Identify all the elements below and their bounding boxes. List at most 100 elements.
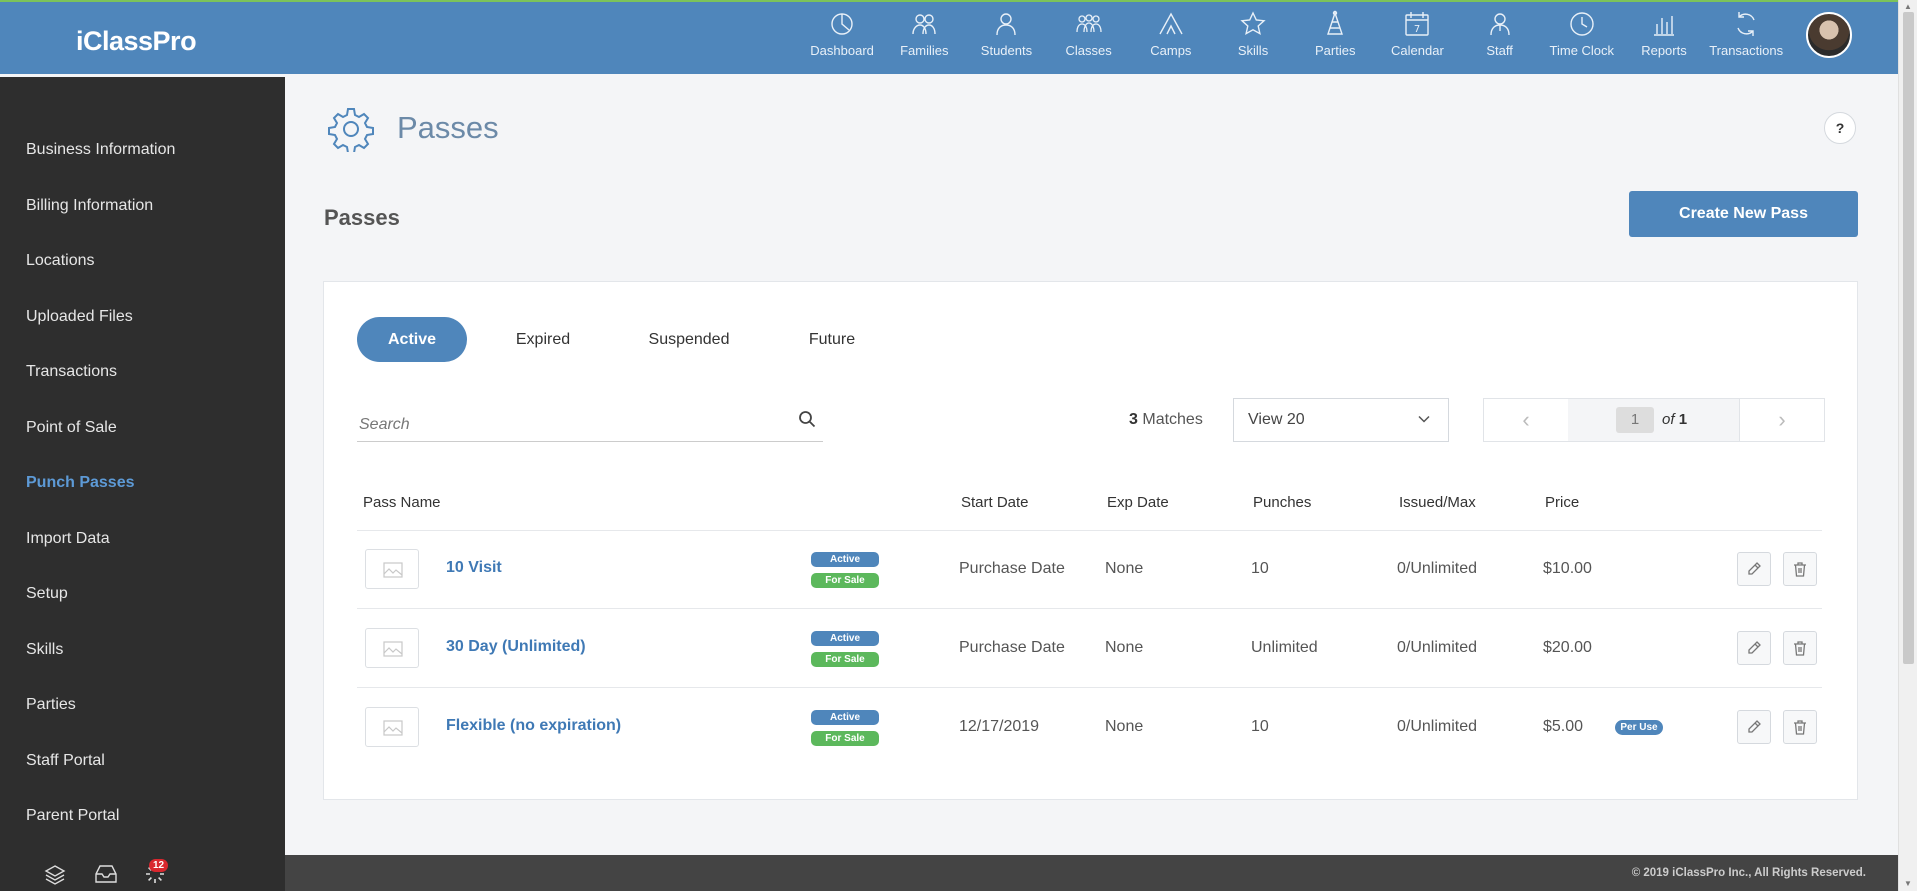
row-divider (357, 687, 1822, 688)
camps-icon (1159, 12, 1183, 35)
nav-skills[interactable]: Skills (1212, 2, 1294, 74)
page-scrollbar[interactable]: ▲ ▼ (1898, 0, 1917, 891)
sidebar-item-parent-portal[interactable]: Parent Portal (26, 807, 119, 825)
column-header-punches: Punches (1253, 494, 1312, 511)
scroll-up-arrow-icon[interactable]: ▲ (1904, 2, 1912, 11)
sidebar-item-locations[interactable]: Locations (26, 252, 95, 270)
price-cell: $5.00 (1543, 718, 1584, 735)
issued-max-cell: 0/Unlimited (1397, 639, 1478, 656)
sidebar-item-billing-information[interactable]: Billing Information (26, 197, 153, 215)
chevron-down-icon (1418, 415, 1430, 423)
reports-icon (1653, 16, 1674, 36)
nav-students[interactable]: Students (965, 2, 1047, 74)
image-icon (383, 562, 403, 578)
sidebar-item-transactions[interactable]: Transactions (26, 363, 117, 381)
sidebar-item-point-of-sale[interactable]: Point of Sale (26, 419, 117, 437)
delete-button[interactable] (1783, 631, 1817, 665)
pass-image-placeholder[interactable] (365, 707, 419, 747)
nav-classes[interactable]: Classes (1048, 2, 1130, 74)
issued-max-cell: 0/Unlimited (1397, 560, 1478, 577)
matches-label: Matches (1142, 411, 1203, 428)
for-sale-badge: For Sale (811, 573, 879, 588)
parties-icon (1327, 10, 1344, 35)
punches-cell: 10 (1251, 560, 1269, 577)
pass-name-link[interactable]: 10 Visit (446, 559, 502, 577)
nav-parties[interactable]: Parties (1294, 2, 1376, 74)
column-header-start-date: Start Date (961, 494, 1029, 511)
edit-button[interactable] (1737, 552, 1771, 586)
nav-staff[interactable]: Staff (1459, 2, 1541, 74)
main-nav: Dashboard Families Students Classes Camp… (801, 2, 1787, 74)
nav-transactions[interactable]: Transactions (1705, 2, 1787, 74)
create-new-pass-button[interactable]: Create New Pass (1629, 191, 1858, 237)
status-badge: Active (811, 710, 879, 725)
app-logo[interactable]: iClassPro (76, 26, 197, 57)
search-input[interactable] (357, 410, 781, 440)
tab-expired[interactable]: Expired (493, 317, 593, 362)
nav-time-clock[interactable]: Time Clock (1541, 2, 1623, 74)
layers-icon[interactable] (44, 863, 66, 885)
search-icon[interactable] (798, 410, 816, 428)
scrollbar-thumb[interactable] (1903, 12, 1914, 664)
inbox-icon[interactable] (94, 863, 118, 885)
sidebar-item-parties[interactable]: Parties (26, 696, 76, 714)
pass-name-link[interactable]: Flexible (no expiration) (446, 717, 621, 735)
nav-label: Camps (1150, 43, 1192, 58)
image-icon (383, 720, 403, 736)
pencil-icon (1748, 720, 1761, 733)
pencil-icon (1748, 562, 1761, 575)
edit-button[interactable] (1737, 710, 1771, 744)
tab-future[interactable]: Future (792, 317, 872, 362)
notification-count-badge: 12 (149, 859, 169, 872)
start-date-cell: 12/17/2019 (959, 718, 1040, 735)
sidebar-item-business-information[interactable]: Business Information (26, 141, 175, 159)
nav-label: Time Clock (1549, 43, 1615, 58)
scroll-down-arrow-icon[interactable]: ▼ (1904, 879, 1912, 888)
nav-reports[interactable]: Reports (1623, 2, 1705, 74)
sidebar-item-import-data[interactable]: Import Data (26, 530, 110, 548)
column-header-issued-max: Issued/Max (1399, 494, 1476, 511)
nav-calendar[interactable]: 7 Calendar (1376, 2, 1458, 74)
punches-cell: Unlimited (1251, 639, 1318, 656)
for-sale-badge: For Sale (811, 652, 879, 667)
user-avatar[interactable] (1806, 12, 1852, 58)
delete-button[interactable] (1783, 710, 1817, 744)
nav-label: Reports (1641, 43, 1687, 58)
prev-page-button[interactable]: ‹ (1484, 399, 1569, 441)
dashboard-icon (831, 13, 853, 35)
view-per-page-select[interactable]: View 20 (1233, 398, 1449, 442)
tab-suspended[interactable]: Suspended (633, 317, 745, 362)
top-bar: iClassPro Dashboard Families Students Cl… (0, 0, 1898, 74)
exp-date-cell: None (1105, 560, 1144, 577)
pass-image-placeholder[interactable] (365, 628, 419, 668)
page-of-label: of (1662, 411, 1675, 428)
current-page-input[interactable]: 1 (1616, 407, 1654, 433)
edit-button[interactable] (1737, 631, 1771, 665)
exp-date-cell: None (1105, 639, 1144, 656)
help-button[interactable]: ? (1824, 112, 1856, 144)
image-icon (383, 641, 403, 657)
nav-families[interactable]: Families (883, 2, 965, 74)
nav-camps[interactable]: Camps (1130, 2, 1212, 74)
start-date-cell: Purchase Date (959, 560, 1065, 577)
sidebar-item-setup[interactable]: Setup (26, 585, 68, 603)
page-total-number: 1 (1678, 411, 1688, 428)
nav-label: Students (980, 43, 1033, 58)
trash-icon (1794, 720, 1806, 735)
next-page-button[interactable]: › (1739, 399, 1824, 441)
matches-number: 3 (1129, 411, 1138, 428)
nav-dashboard[interactable]: Dashboard (801, 2, 883, 74)
delete-button[interactable] (1783, 552, 1817, 586)
sidebar-item-punch-passes[interactable]: Punch Passes (26, 474, 135, 492)
pass-image-placeholder[interactable] (365, 549, 419, 589)
header-divider (357, 530, 1822, 531)
sidebar-item-skills[interactable]: Skills (26, 641, 63, 659)
sidebar-item-uploaded-files[interactable]: Uploaded Files (26, 308, 133, 326)
sidebar-item-staff-portal[interactable]: Staff Portal (26, 752, 105, 770)
nav-label: Staff (1486, 43, 1513, 58)
nav-label: Parties (1314, 43, 1356, 58)
tab-active[interactable]: Active (357, 317, 467, 362)
pass-name-link[interactable]: 30 Day (Unlimited) (446, 638, 586, 656)
nav-label: Families (900, 43, 949, 58)
pencil-icon (1748, 641, 1761, 654)
